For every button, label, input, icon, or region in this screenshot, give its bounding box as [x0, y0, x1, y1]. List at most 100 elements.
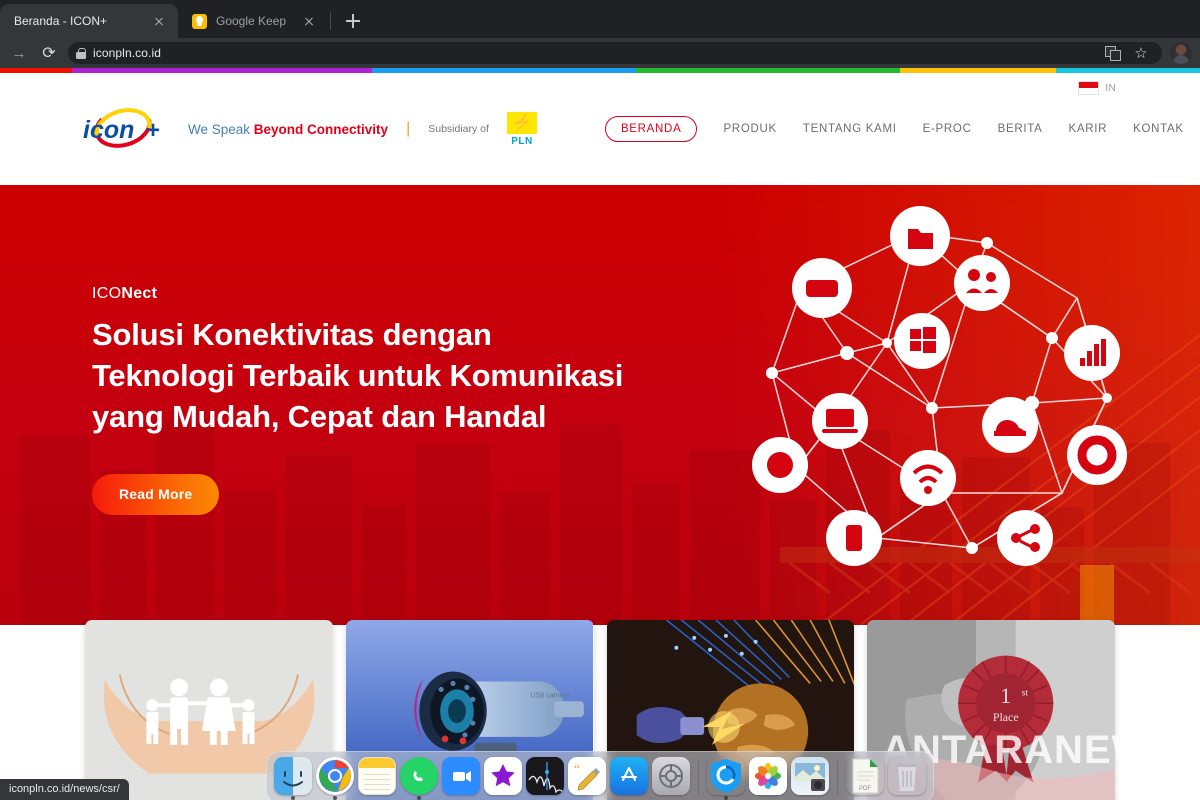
hero-eyebrow-light: ICO — [92, 285, 122, 302]
nav-item-tentang-kami[interactable]: TENTANG KAMI — [803, 123, 897, 135]
iconplus-logo-icon: icon + — [78, 105, 174, 153]
tab-title: Beranda - ICON+ — [14, 14, 108, 28]
dock-item-whatsapp[interactable] — [400, 757, 438, 800]
svg-text:Place: Place — [993, 710, 1019, 724]
site-header: IN icon + We Speak Beyond Connectivity |… — [0, 73, 1200, 185]
svg-text:USB camera: USB camera — [530, 692, 569, 699]
svg-text:1: 1 — [1001, 684, 1012, 708]
language-code: IN — [1105, 82, 1116, 94]
bookmark-star-icon[interactable] — [1130, 42, 1152, 64]
pln-label: PLN — [511, 135, 533, 147]
running-indicator — [291, 796, 295, 800]
dock-item-garageband[interactable] — [526, 757, 564, 795]
dock-item-preview[interactable] — [791, 757, 829, 795]
dock-item-system-preferences[interactable] — [652, 757, 690, 795]
browser-toolbar: iconpln.co.id — [0, 38, 1200, 68]
forward-arrow-icon[interactable] — [8, 42, 30, 64]
running-indicator — [724, 796, 728, 800]
subsidiary-label: Subsidiary of — [428, 123, 489, 135]
pln-lightning-icon: ⚡ — [506, 111, 537, 134]
trash-icon — [888, 757, 926, 795]
hero-heading-line-1: Solusi Konektivitas dengan — [92, 317, 492, 352]
svg-text:st: st — [1022, 687, 1029, 698]
tab-title: Google Keep — [216, 14, 287, 28]
link-status-bar: iconpln.co.id/news/csr/ — [0, 779, 129, 800]
network-sphere-graphic — [752, 206, 1127, 566]
brand-logo[interactable]: icon + We Speak Beyond Connectivity | Su… — [78, 105, 537, 153]
running-indicator — [333, 796, 337, 800]
indonesia-flag-icon — [1078, 81, 1100, 95]
hero-eyebrow-bold: Nect — [121, 285, 158, 302]
hero-banner: ICONect Solusi Konektivitas dengan Tekno… — [0, 185, 1200, 625]
dock-divider — [698, 759, 699, 795]
profile-avatar-icon[interactable] — [1170, 42, 1192, 64]
finder-icon — [274, 757, 312, 795]
security-shield-icon — [707, 757, 745, 795]
dock-item-notes[interactable] — [358, 757, 396, 795]
dock-item-pdf-document[interactable]: PDF — [846, 757, 884, 795]
hero-heading-line-3: yang Mudah, Cepat dan Handal — [92, 398, 547, 434]
dock-item-finder[interactable] — [274, 757, 312, 800]
tagline-bold: Beyond Connectivity — [253, 121, 389, 137]
imovie-icon — [484, 757, 522, 795]
tab-divider — [330, 12, 331, 30]
nav-item-karir[interactable]: KARIR — [1068, 123, 1107, 135]
nav-item-kontak[interactable]: KONTAK — [1133, 123, 1184, 135]
dock-item-textedit[interactable]: “ — [568, 757, 606, 795]
language-selector[interactable]: IN — [1078, 81, 1116, 95]
lock-icon — [76, 47, 86, 59]
dock-item-chrome[interactable] — [316, 757, 354, 800]
record-circle-icon — [1067, 425, 1127, 485]
dock-item-trash[interactable] — [888, 757, 926, 795]
svg-text:icon: icon — [83, 116, 134, 144]
pln-logo: ⚡ PLN — [506, 111, 537, 147]
nav-item-eproc[interactable]: E-PROC — [923, 123, 972, 135]
page-viewport: IN icon + We Speak Beyond Connectivity |… — [0, 68, 1200, 800]
macos-dock: “ PDF — [266, 751, 934, 800]
tab-strip: Beranda - ICON+ Google Keep — [0, 0, 1200, 38]
reload-icon[interactable] — [38, 42, 60, 64]
preview-icon — [791, 757, 829, 795]
tab-beranda-iconplus[interactable]: Beranda - ICON+ — [0, 4, 178, 38]
chrome-icon — [316, 757, 354, 795]
nav-item-berita[interactable]: BERITA — [998, 123, 1043, 135]
svg-text:+: + — [146, 117, 160, 144]
dock-divider — [837, 759, 838, 795]
new-tab-button[interactable] — [339, 7, 367, 35]
dock-item-zoom[interactable] — [442, 757, 480, 795]
address-bar[interactable]: iconpln.co.id — [68, 42, 1162, 64]
dock-item-app-store[interactable] — [610, 757, 648, 795]
tab-google-keep[interactable]: Google Keep — [178, 4, 328, 38]
textedit-icon: “ — [568, 757, 606, 795]
pdf-document-icon: PDF — [846, 757, 884, 795]
tagline-light: We Speak — [188, 121, 254, 137]
brand-tagline: We Speak Beyond Connectivity — [188, 122, 388, 137]
whatsapp-icon — [400, 757, 438, 795]
nav-item-beranda[interactable]: BERANDA — [604, 116, 698, 142]
translate-icon[interactable] — [1105, 46, 1121, 61]
hero-heading-line-2: Teknologi Terbaik untuk Komunikasi — [92, 357, 624, 393]
svg-text:“: “ — [574, 761, 580, 776]
dock-item-imovie[interactable] — [484, 757, 522, 795]
notes-icon — [358, 757, 396, 795]
read-more-button[interactable]: Read More — [92, 473, 220, 515]
url-text: iconpln.co.id — [93, 46, 162, 60]
system-preferences-icon — [652, 757, 690, 795]
google-keep-icon — [192, 13, 207, 29]
share-icon — [997, 510, 1053, 566]
photos-icon — [749, 757, 787, 795]
close-icon[interactable] — [151, 13, 167, 29]
main-navigation: BERANDA PRODUK TENTANG KAMI E-PROC BERIT… — [604, 116, 1184, 142]
hero-copy: ICONect Solusi Konektivitas dengan Tekno… — [92, 285, 652, 515]
app-store-icon — [610, 757, 648, 795]
garageband-icon — [526, 757, 564, 795]
running-indicator — [417, 796, 421, 800]
dock-item-photos[interactable] — [749, 757, 787, 795]
browser-window: Beranda - ICON+ Google Keep iconpln.co.i… — [0, 0, 1200, 800]
dock-item-security-shield[interactable] — [707, 757, 745, 800]
nav-item-produk[interactable]: PRODUK — [723, 123, 776, 135]
close-icon[interactable] — [301, 13, 317, 29]
windows-icon — [894, 313, 950, 369]
zoom-icon — [442, 757, 480, 795]
svg-text:PDF: PDF — [859, 786, 871, 792]
